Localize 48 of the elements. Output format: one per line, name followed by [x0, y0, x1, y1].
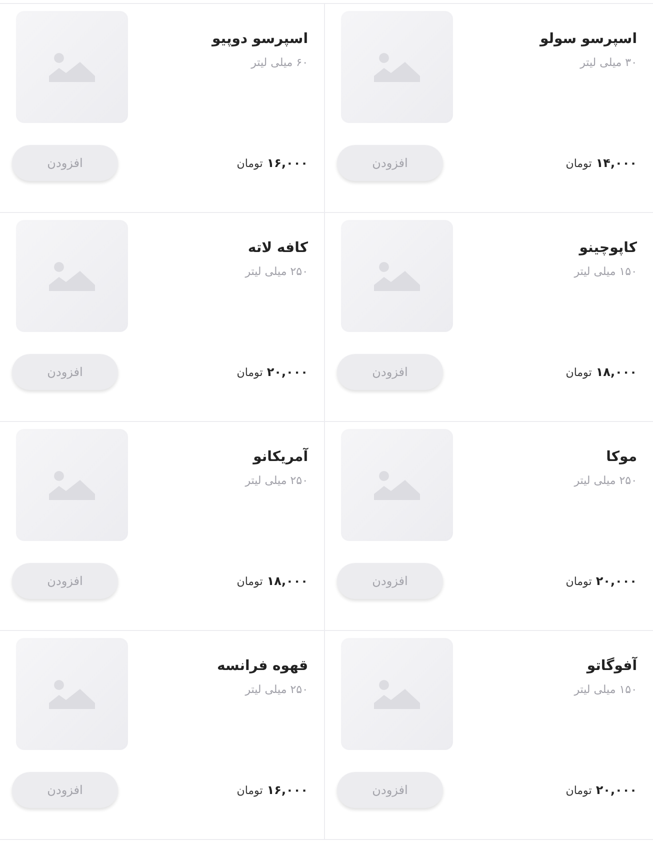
product-volume: ۳۰ میلی لیتر: [578, 56, 637, 69]
product-name: آمریکانو: [252, 449, 308, 465]
image-placeholder-icon: [341, 220, 453, 332]
currency-label: تومان: [236, 784, 263, 797]
image-placeholder-icon: [341, 11, 453, 123]
product-name: کافه لاته: [246, 240, 308, 256]
currency-label: تومان: [566, 366, 592, 379]
image-placeholder-icon: [341, 638, 453, 750]
price-amount: ۲۰,۰۰۰: [596, 783, 637, 797]
add-button[interactable]: افزودن: [12, 563, 118, 599]
price-amount: ۲۰,۰۰۰: [266, 365, 308, 379]
product-volume: ۲۵۰ میلی لیتر: [245, 265, 308, 278]
product-name: اسپرسو سولو: [540, 31, 637, 47]
currency-label: تومان: [236, 366, 263, 379]
image-placeholder-icon: [16, 11, 128, 123]
product-name: موکا: [605, 449, 637, 465]
add-button[interactable]: افزودن: [12, 354, 118, 390]
image-placeholder-icon: [16, 220, 128, 332]
image-placeholder-icon: [16, 429, 128, 541]
product-volume: ۲۵۰ میلی لیتر: [574, 474, 637, 487]
currency-label: تومان: [236, 575, 263, 588]
product-volume: ۱۵۰ میلی لیتر: [574, 683, 637, 696]
price-amount: ۱۶,۰۰۰: [266, 156, 308, 170]
currency-label: تومان: [566, 157, 592, 170]
add-button[interactable]: افزودن: [337, 772, 443, 808]
image-placeholder-icon: [16, 638, 128, 750]
product-name: اسپرسو دوپیو: [212, 31, 308, 47]
price-amount: ۱۸,۰۰۰: [596, 365, 637, 379]
image-placeholder-icon: [341, 429, 453, 541]
product-volume: ۱۵۰ میلی لیتر: [574, 265, 637, 278]
product-volume: ۶۰ میلی لیتر: [250, 56, 308, 69]
add-button[interactable]: افزودن: [12, 145, 118, 181]
product-volume: ۲۵۰ میلی لیتر: [245, 474, 308, 487]
add-button[interactable]: افزودن: [337, 145, 443, 181]
product-name: کاپوچینو: [578, 240, 637, 256]
currency-label: تومان: [236, 157, 263, 170]
price-amount: ۱۶,۰۰۰: [266, 783, 308, 797]
product-volume: ۲۵۰ میلی لیتر: [244, 683, 308, 696]
price-amount: ۱۴,۰۰۰: [596, 156, 637, 170]
add-button[interactable]: افزودن: [12, 772, 118, 808]
add-button[interactable]: افزودن: [337, 354, 443, 390]
product-name: آفوگاتو: [585, 658, 637, 674]
currency-label: تومان: [566, 784, 592, 797]
add-button[interactable]: افزودن: [337, 563, 443, 599]
product-name: قهوه فرانسه: [217, 658, 308, 674]
price-amount: ۲۰,۰۰۰: [596, 574, 637, 588]
price-amount: ۱۸,۰۰۰: [266, 574, 308, 588]
currency-label: تومان: [566, 575, 592, 588]
